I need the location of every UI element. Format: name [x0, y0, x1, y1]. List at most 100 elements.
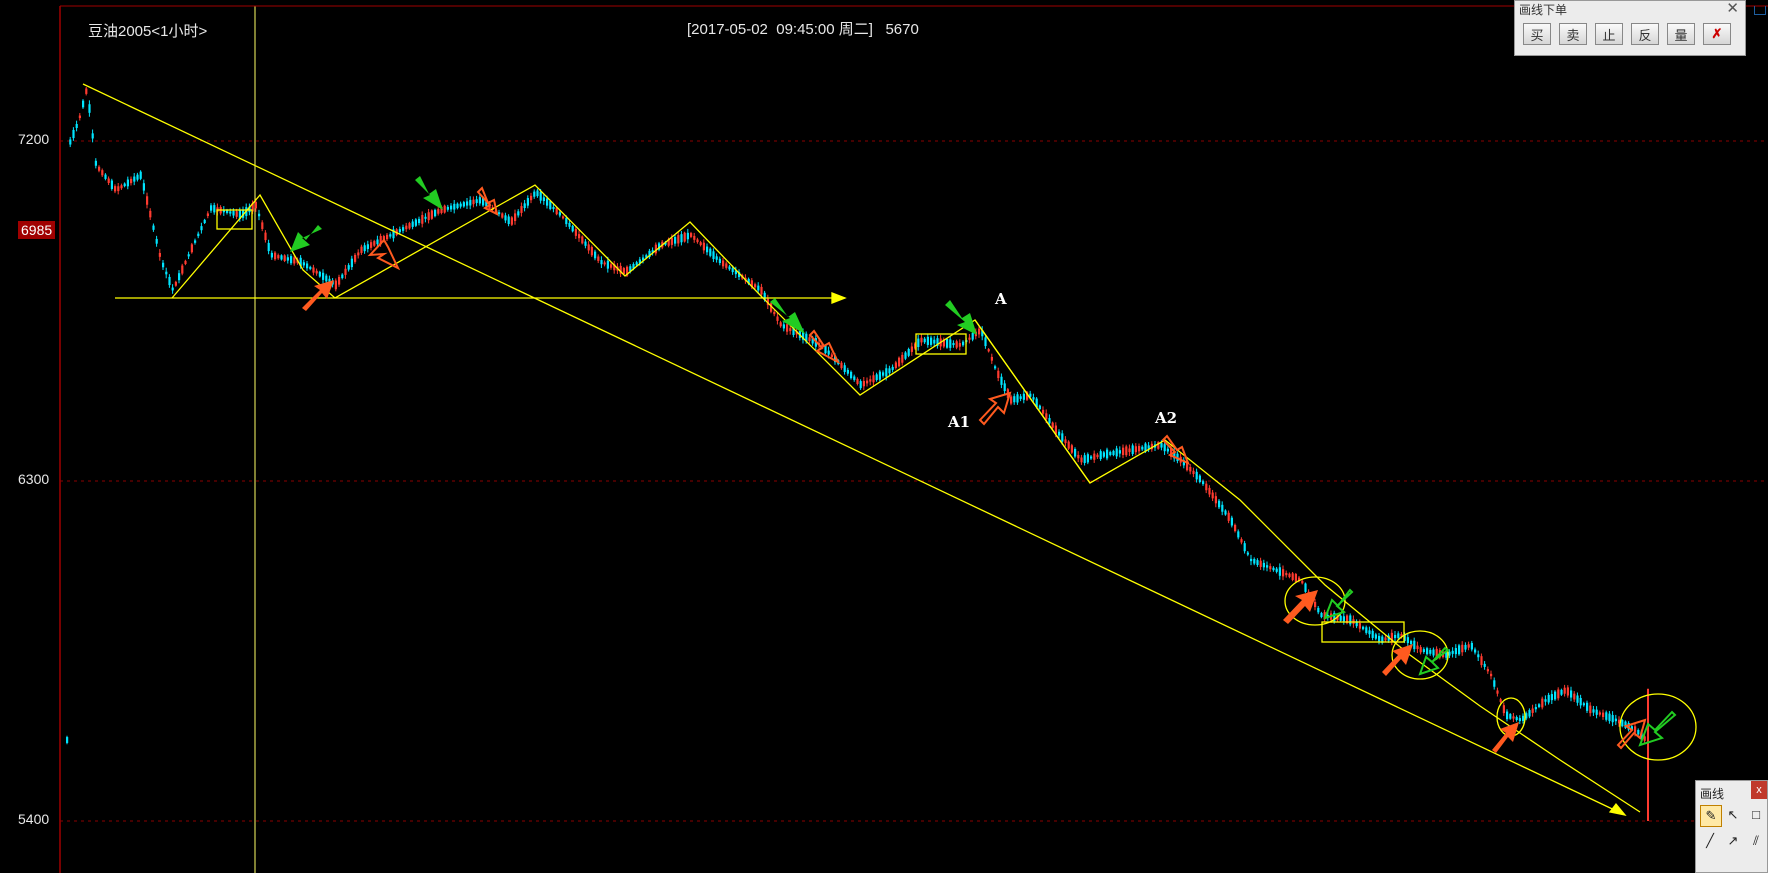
candle-body	[1541, 698, 1544, 708]
candle-body	[101, 170, 104, 176]
candle-body	[315, 270, 318, 274]
candle-body	[987, 349, 990, 352]
candle-body	[555, 207, 558, 215]
annotation-A1: A1	[948, 413, 971, 431]
candle-body	[1496, 690, 1499, 694]
candle-body	[971, 332, 974, 340]
candle-body	[194, 240, 197, 243]
pencil-icon[interactable]: ✎	[1700, 805, 1722, 827]
candle-body	[1259, 560, 1262, 567]
candle-body	[210, 205, 213, 211]
candle-body	[872, 375, 875, 383]
candle-body	[904, 352, 907, 359]
rectangle-icon[interactable]: □	[1746, 805, 1766, 825]
candle-body	[302, 262, 305, 266]
candle-body	[1573, 693, 1576, 700]
quantity-button[interactable]: 量	[1667, 23, 1695, 45]
candle-body	[1230, 517, 1233, 526]
cancel-order-button[interactable]: ✗	[1703, 23, 1731, 45]
candle-body	[709, 248, 712, 256]
candle-body	[226, 210, 229, 213]
candle-body	[1163, 444, 1166, 452]
candle-body	[846, 369, 849, 374]
buy-button[interactable]: 买	[1523, 23, 1551, 45]
candle-body	[1483, 663, 1486, 667]
candle-body	[398, 229, 401, 233]
line-icon[interactable]: ╱	[1700, 831, 1720, 851]
candle-body	[136, 174, 139, 180]
current-price-label: 6985	[18, 221, 56, 239]
candle-body	[1189, 466, 1192, 472]
pointer-icon[interactable]: ↖	[1723, 805, 1743, 825]
candle-body	[443, 205, 446, 213]
candle-body	[1010, 396, 1013, 404]
candle-body	[898, 357, 901, 367]
candle-body	[213, 205, 216, 213]
draw-tools-close-button[interactable]: x	[1751, 781, 1767, 799]
candle-body	[1477, 654, 1480, 658]
candle-body	[1480, 656, 1483, 666]
sell-button[interactable]: 卖	[1559, 23, 1587, 45]
candle-body	[952, 343, 955, 346]
candle-body	[421, 215, 424, 224]
candle-body	[1198, 475, 1201, 483]
candle-body	[1080, 457, 1083, 463]
candle-body	[728, 266, 731, 270]
main-trendline	[82, 83, 1626, 816]
candle-body	[386, 234, 389, 240]
candle-body	[197, 233, 200, 237]
candle-body	[930, 337, 933, 345]
candle-body	[478, 197, 481, 204]
ray-icon[interactable]: ↗	[1723, 831, 1743, 851]
candle-body	[200, 226, 203, 231]
close-icon[interactable]: ✕	[1726, 0, 1739, 17]
candle-body	[725, 263, 728, 268]
candle-body	[1621, 719, 1624, 727]
y-tick-6300: 6300	[18, 471, 50, 487]
candle-body	[773, 312, 776, 315]
y-tick-5400: 5400	[18, 811, 50, 827]
candle-body	[850, 371, 853, 379]
candle-body	[354, 254, 357, 262]
candle-body	[683, 232, 686, 242]
candle-body	[1250, 558, 1253, 562]
candle-body	[1090, 456, 1093, 459]
candle-body	[1362, 626, 1365, 630]
reverse-button[interactable]: 反	[1631, 23, 1659, 45]
candle-body	[72, 129, 75, 139]
candle-body	[434, 209, 437, 217]
candle-body	[498, 212, 501, 215]
candle-body	[171, 287, 174, 291]
candle-body	[1582, 703, 1585, 706]
candle-body	[1093, 453, 1096, 460]
candle-body	[1048, 418, 1051, 424]
candle-body	[155, 238, 158, 244]
parallel-lines-icon[interactable]: ⫽	[1746, 831, 1766, 851]
candle-body	[779, 322, 782, 327]
candle-body	[117, 186, 120, 192]
candle-body	[1560, 689, 1563, 695]
candle-body	[120, 185, 123, 189]
candle-body	[578, 234, 581, 239]
candle-body	[306, 263, 309, 269]
candle-body	[542, 197, 545, 202]
candle-body	[91, 133, 94, 139]
candle-body	[206, 213, 209, 217]
candle-body	[1042, 409, 1045, 414]
annotation-A: A	[995, 290, 1007, 308]
candle-body	[322, 272, 325, 280]
candle-body	[85, 88, 88, 94]
stop-button[interactable]: 止	[1595, 23, 1623, 45]
candle-body	[1253, 558, 1256, 564]
candle-body	[587, 244, 590, 251]
y-tick-7200: 7200	[18, 131, 50, 147]
candle-body	[1285, 572, 1288, 576]
kline-chart[interactable]	[0, 0, 1768, 873]
candle-body	[1458, 645, 1461, 655]
candle-body	[1086, 454, 1089, 463]
candle-body	[408, 223, 411, 229]
candle-body	[1506, 711, 1509, 720]
candle-body	[946, 338, 949, 348]
candle-body	[1282, 569, 1285, 577]
candle-body	[469, 199, 472, 206]
